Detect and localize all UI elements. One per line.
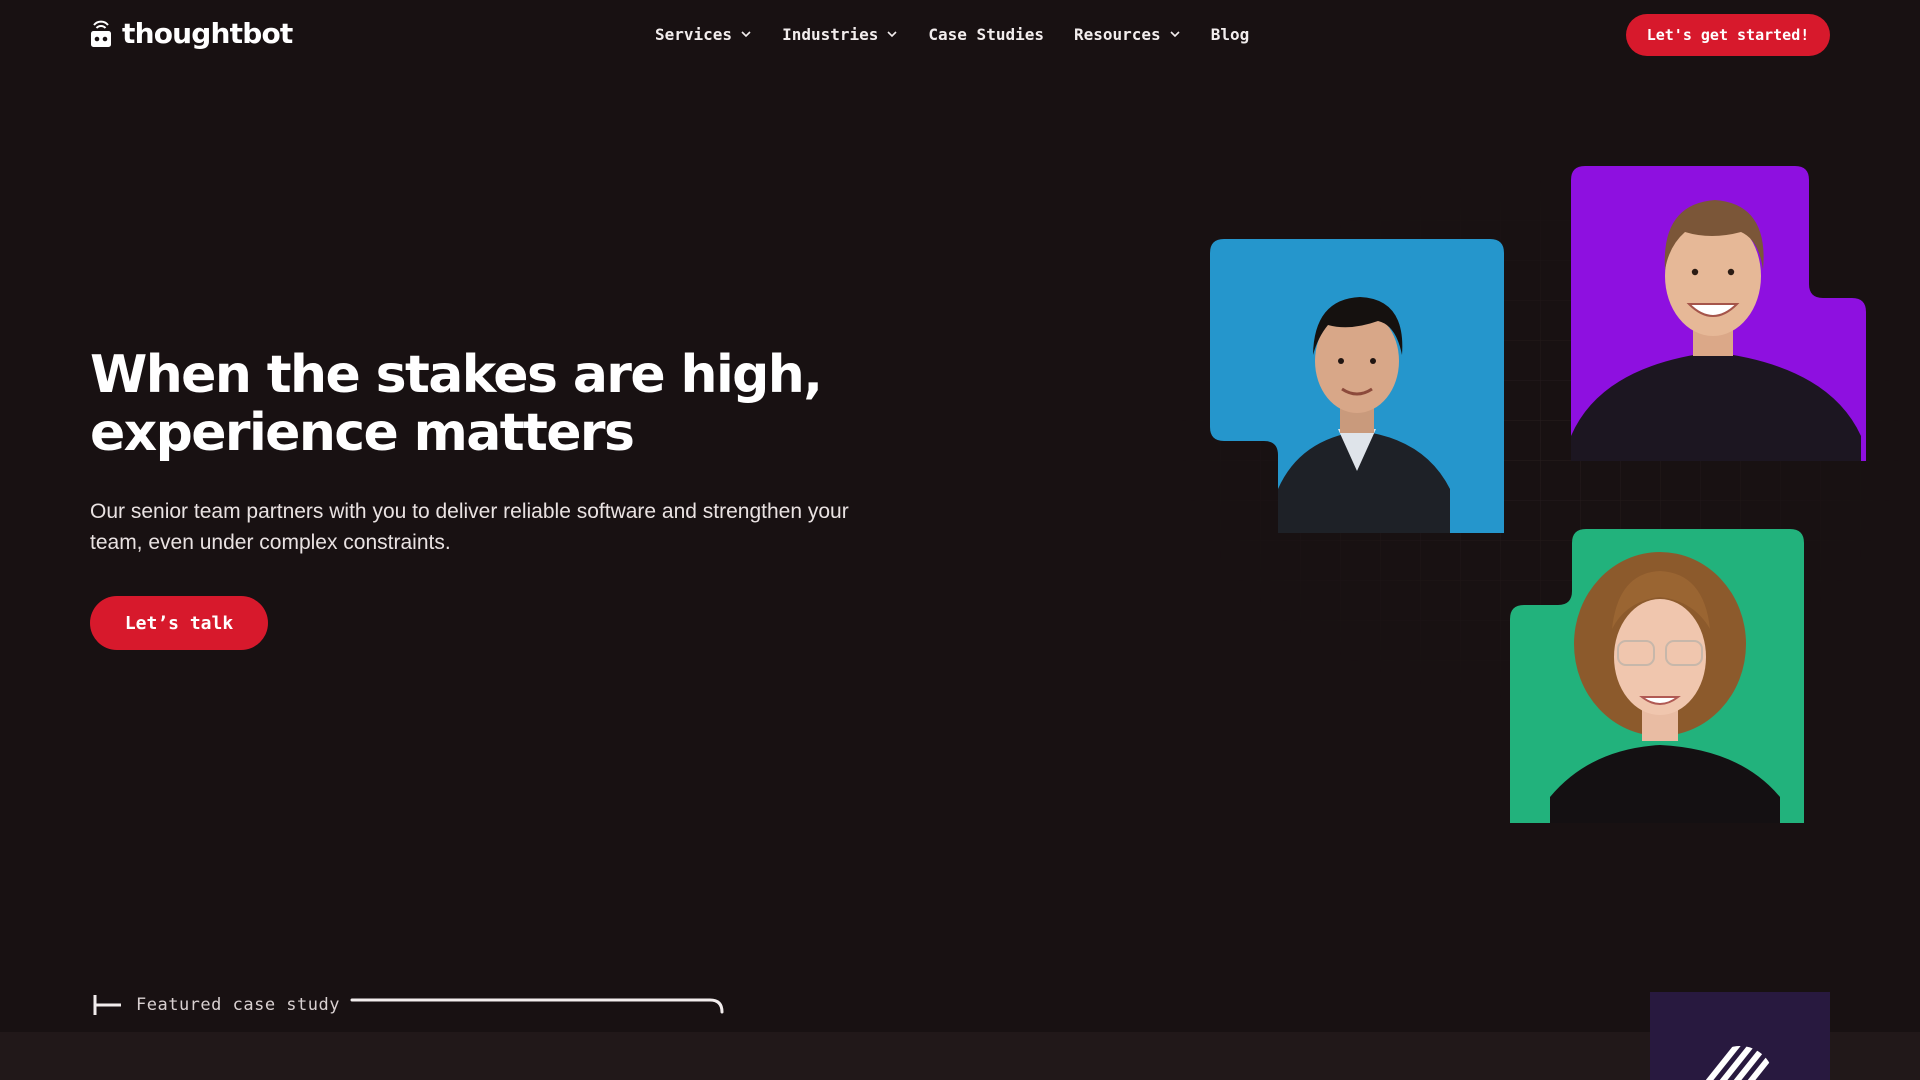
brand-logo[interactable]: thoughtbot bbox=[90, 14, 293, 52]
nav-case-studies[interactable]: Case Studies bbox=[928, 22, 1044, 46]
case-study-logo-icon bbox=[1706, 1046, 1774, 1080]
chevron-down-icon bbox=[741, 31, 751, 38]
portrait-image bbox=[1571, 166, 1866, 461]
nav-blog-label: Blog bbox=[1210, 24, 1250, 44]
featured-case-study-heading: Featured case study bbox=[92, 990, 724, 1020]
featured-underline bbox=[350, 998, 724, 1014]
lets-talk-button[interactable]: Let’s talk bbox=[90, 596, 268, 650]
nav-services[interactable]: Services bbox=[655, 22, 752, 46]
nav-case-studies-label: Case Studies bbox=[928, 24, 1044, 44]
nav-blog[interactable]: Blog bbox=[1211, 22, 1250, 46]
nav-resources[interactable]: Resources bbox=[1074, 22, 1181, 46]
get-started-button[interactable]: Let's get started! bbox=[1626, 14, 1830, 56]
bracket-icon bbox=[93, 995, 121, 1015]
team-photo-2 bbox=[1571, 166, 1866, 461]
nav-industries-label: Industries bbox=[782, 24, 879, 44]
thoughtbot-logo-icon bbox=[91, 20, 111, 47]
chevron-down-icon bbox=[1170, 31, 1180, 38]
nav-industries[interactable]: Industries bbox=[782, 22, 898, 46]
brand-name: thoughtbot bbox=[122, 16, 293, 50]
team-photo-3 bbox=[1510, 529, 1804, 823]
nav-resources-label: Resources bbox=[1073, 24, 1161, 44]
portrait-image bbox=[1210, 239, 1504, 533]
portrait-image bbox=[1510, 529, 1804, 823]
featured-case-study-label: Featured case study bbox=[136, 995, 340, 1015]
team-photo-1 bbox=[1210, 239, 1504, 533]
hero-title: When the stakes are high, experience mat… bbox=[90, 345, 823, 463]
chevron-down-icon bbox=[887, 31, 897, 38]
hero-subtitle: Our senior team partners with you to del… bbox=[90, 500, 849, 554]
nav-services-label: Services bbox=[655, 24, 733, 44]
case-study-card[interactable] bbox=[1650, 992, 1830, 1080]
main-navigation: Services Industries Case Studies Resourc… bbox=[655, 22, 1249, 46]
featured-band bbox=[0, 1032, 1920, 1080]
